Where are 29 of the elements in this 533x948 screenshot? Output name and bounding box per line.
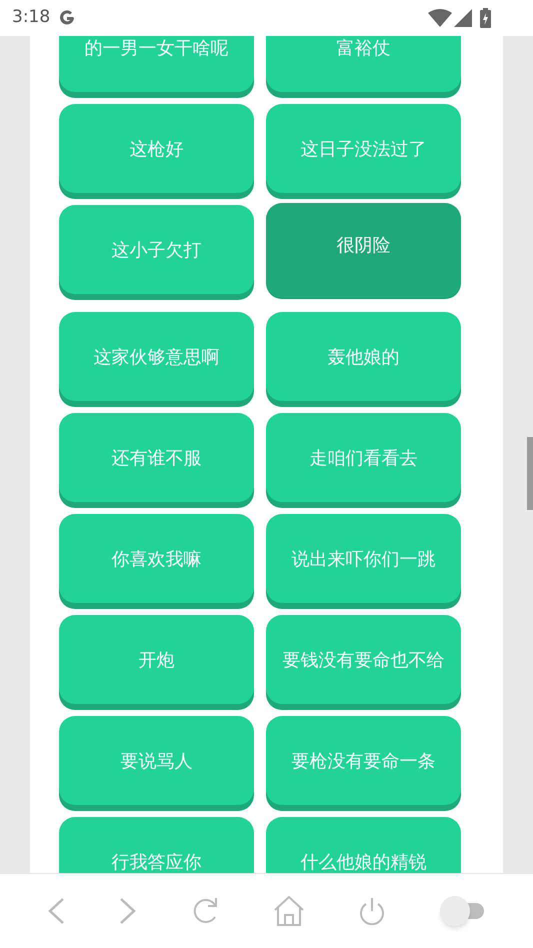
- phrase-button[interactable]: 行我答应你: [59, 817, 254, 873]
- phrase-button[interactable]: 很阴险: [266, 203, 461, 298]
- phrase-button[interactable]: 什么他娘的精锐: [266, 817, 461, 873]
- google-icon: [58, 9, 76, 27]
- phrase-button[interactable]: 这日子没法过了: [266, 104, 461, 193]
- power-icon[interactable]: [358, 897, 386, 925]
- phrase-button[interactable]: 轰他娘的: [266, 312, 461, 401]
- phrase-button[interactable]: 开炮: [59, 615, 254, 704]
- status-time: 3:18: [12, 6, 50, 30]
- phrase-button[interactable]: 说出来吓你们一跳: [266, 514, 461, 603]
- phrase-button[interactable]: 要说骂人: [59, 716, 254, 805]
- phrase-button[interactable]: 这小子欠打: [59, 205, 254, 294]
- phrase-button[interactable]: 这枪好: [59, 104, 254, 193]
- battery-icon: [480, 8, 491, 28]
- phrase-button[interactable]: 你喜欢我嘛: [59, 514, 254, 603]
- phrase-button[interactable]: 的一男一女干啥呢: [59, 36, 254, 92]
- home-icon[interactable]: [274, 896, 304, 926]
- signal-icon: [454, 9, 472, 27]
- wifi-icon: [428, 9, 452, 27]
- reload-icon[interactable]: [191, 897, 220, 925]
- forward-icon[interactable]: [119, 897, 138, 925]
- back-icon[interactable]: [47, 897, 66, 925]
- phrase-button[interactable]: 还有谁不服: [59, 413, 254, 502]
- toggle-switch[interactable]: [440, 896, 486, 926]
- phrase-button[interactable]: 这家伙够意思啊: [59, 312, 254, 401]
- phrase-button[interactable]: 要钱没有要命也不给: [266, 615, 461, 704]
- phrase-button[interactable]: 要枪没有要命一条: [266, 716, 461, 805]
- phrase-button[interactable]: 走咱们看看去: [266, 413, 461, 502]
- phrase-button[interactable]: 富裕仗: [266, 36, 461, 92]
